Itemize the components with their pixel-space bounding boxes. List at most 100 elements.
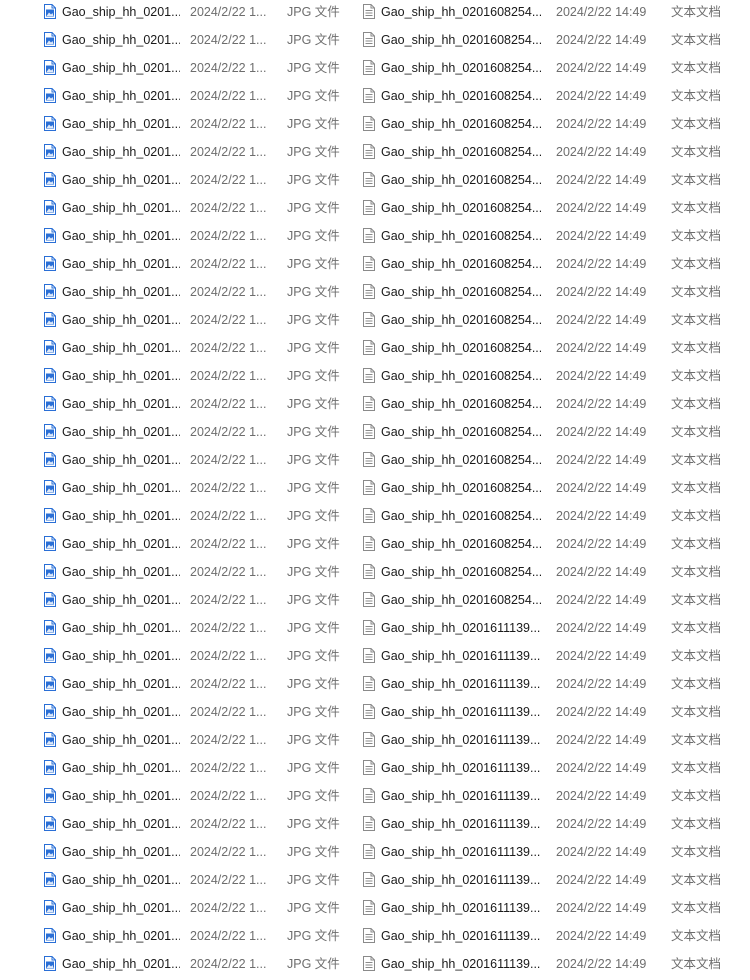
file-name: Gao_ship_hh_0201608254... xyxy=(381,201,541,215)
list-item[interactable]: Gao_ship_hh_0201611139... 2024/2/22 14:4… xyxy=(358,728,750,756)
list-item[interactable]: Gao_ship_hh_0201... 2024/2/22 1... JPG 文… xyxy=(0,812,350,840)
list-item[interactable]: Gao_ship_hh_0201... 2024/2/22 1... JPG 文… xyxy=(0,868,350,896)
list-item[interactable]: Gao_ship_hh_0201... 2024/2/22 1... JPG 文… xyxy=(0,700,350,728)
list-item[interactable]: Gao_ship_hh_0201... 2024/2/22 1... JPG 文… xyxy=(0,420,350,448)
list-item[interactable]: Gao_ship_hh_0201... 2024/2/22 1... JPG 文… xyxy=(0,280,350,308)
modified-date: 2024/2/22 14:49 xyxy=(556,481,647,495)
file-name: Gao_ship_hh_0201608254... xyxy=(381,229,541,243)
list-item[interactable]: Gao_ship_hh_0201... 2024/2/22 1... JPG 文… xyxy=(0,840,350,868)
list-item[interactable]: Gao_ship_hh_0201... 2024/2/22 1... JPG 文… xyxy=(0,476,350,504)
list-item[interactable]: Gao_ship_hh_0201611139... 2024/2/22 14:4… xyxy=(358,672,750,700)
list-item[interactable]: Gao_ship_hh_0201... 2024/2/22 1... JPG 文… xyxy=(0,196,350,224)
list-item[interactable]: Gao_ship_hh_0201... 2024/2/22 1... JPG 文… xyxy=(0,0,350,28)
file-name: Gao_ship_hh_0201608254... xyxy=(381,537,541,551)
list-item[interactable]: Gao_ship_hh_0201608254... 2024/2/22 14:4… xyxy=(358,336,750,364)
list-item[interactable]: Gao_ship_hh_0201... 2024/2/22 1... JPG 文… xyxy=(0,756,350,784)
list-item[interactable]: Gao_ship_hh_0201611139... 2024/2/22 14:4… xyxy=(358,868,750,896)
modified-date: 2024/2/22 1... xyxy=(190,845,267,859)
list-item[interactable]: Gao_ship_hh_0201... 2024/2/22 1... JPG 文… xyxy=(0,924,350,952)
list-item[interactable]: Gao_ship_hh_0201... 2024/2/22 1... JPG 文… xyxy=(0,504,350,532)
file-type: JPG 文件 xyxy=(287,761,340,775)
list-item[interactable]: Gao_ship_hh_0201608254... 2024/2/22 14:4… xyxy=(358,588,750,616)
list-item[interactable]: Gao_ship_hh_0201611139... 2024/2/22 14:4… xyxy=(358,756,750,784)
list-item[interactable]: Gao_ship_hh_0201608254... 2024/2/22 14:4… xyxy=(358,476,750,504)
text-file-icon xyxy=(363,536,375,551)
list-item[interactable]: Gao_ship_hh_0201608254... 2024/2/22 14:4… xyxy=(358,28,750,56)
file-name: Gao_ship_hh_0201611139... xyxy=(381,873,541,887)
modified-date: 2024/2/22 1... xyxy=(190,257,267,271)
file-type: 文本文档 xyxy=(671,369,722,383)
list-item[interactable]: Gao_ship_hh_0201... 2024/2/22 1... JPG 文… xyxy=(0,252,350,280)
list-item[interactable]: Gao_ship_hh_0201608254... 2024/2/22 14:4… xyxy=(358,504,750,532)
list-item[interactable]: Gao_ship_hh_0201608254... 2024/2/22 14:4… xyxy=(358,140,750,168)
list-item[interactable]: Gao_ship_hh_0201... 2024/2/22 1... JPG 文… xyxy=(0,588,350,616)
text-file-icon xyxy=(363,340,375,355)
modified-date: 2024/2/22 1... xyxy=(190,705,267,719)
list-item[interactable]: Gao_ship_hh_0201... 2024/2/22 1... JPG 文… xyxy=(0,364,350,392)
list-item[interactable]: Gao_ship_hh_0201608254... 2024/2/22 14:4… xyxy=(358,420,750,448)
list-item[interactable]: Gao_ship_hh_0201... 2024/2/22 1... JPG 文… xyxy=(0,392,350,420)
list-item[interactable]: Gao_ship_hh_0201608254... 2024/2/22 14:4… xyxy=(358,168,750,196)
modified-date: 2024/2/22 14:49 xyxy=(556,201,647,215)
list-item[interactable]: Gao_ship_hh_0201611139... 2024/2/22 14:4… xyxy=(358,924,750,952)
list-item[interactable]: Gao_ship_hh_0201608254... 2024/2/22 14:4… xyxy=(358,560,750,588)
list-item[interactable]: Gao_ship_hh_0201608254... 2024/2/22 14:4… xyxy=(358,448,750,476)
list-item[interactable]: Gao_ship_hh_0201608254... 2024/2/22 14:4… xyxy=(358,56,750,84)
list-item[interactable]: Gao_ship_hh_0201... 2024/2/22 1... JPG 文… xyxy=(0,28,350,56)
list-item[interactable]: Gao_ship_hh_0201... 2024/2/22 1... JPG 文… xyxy=(0,336,350,364)
list-item[interactable]: Gao_ship_hh_0201608254... 2024/2/22 14:4… xyxy=(358,0,750,28)
text-file-icon xyxy=(363,648,375,663)
list-item[interactable]: Gao_ship_hh_0201608254... 2024/2/22 14:4… xyxy=(358,308,750,336)
list-item[interactable]: Gao_ship_hh_0201611139... 2024/2/22 14:4… xyxy=(358,784,750,812)
modified-date: 2024/2/22 14:49 xyxy=(556,957,647,971)
list-item[interactable]: Gao_ship_hh_0201... 2024/2/22 1... JPG 文… xyxy=(0,84,350,112)
list-item[interactable]: Gao_ship_hh_0201... 2024/2/22 1... JPG 文… xyxy=(0,56,350,84)
list-item[interactable]: Gao_ship_hh_0201... 2024/2/22 1... JPG 文… xyxy=(0,728,350,756)
list-item[interactable]: Gao_ship_hh_0201... 2024/2/22 1... JPG 文… xyxy=(0,168,350,196)
text-file-icon xyxy=(363,620,375,635)
list-item[interactable]: Gao_ship_hh_0201608254... 2024/2/22 14:4… xyxy=(358,252,750,280)
file-name: Gao_ship_hh_0201608254... xyxy=(381,117,541,131)
list-item[interactable]: Gao_ship_hh_0201608254... 2024/2/22 14:4… xyxy=(358,224,750,252)
list-item[interactable]: Gao_ship_hh_0201608254... 2024/2/22 14:4… xyxy=(358,280,750,308)
list-item[interactable]: Gao_ship_hh_0201608254... 2024/2/22 14:4… xyxy=(358,364,750,392)
list-item[interactable]: Gao_ship_hh_0201608254... 2024/2/22 14:4… xyxy=(358,112,750,140)
file-type: 文本文档 xyxy=(671,733,722,747)
list-item[interactable]: Gao_ship_hh_0201608254... 2024/2/22 14:4… xyxy=(358,532,750,560)
list-item[interactable]: Gao_ship_hh_0201... 2024/2/22 1... JPG 文… xyxy=(0,448,350,476)
list-item[interactable]: Gao_ship_hh_0201... 2024/2/22 1... JPG 文… xyxy=(0,644,350,672)
modified-date: 2024/2/22 1... xyxy=(190,89,267,103)
list-item[interactable]: Gao_ship_hh_0201608254... 2024/2/22 14:4… xyxy=(358,196,750,224)
file-name: Gao_ship_hh_0201611139... xyxy=(381,677,541,691)
list-item[interactable]: Gao_ship_hh_0201... 2024/2/22 1... JPG 文… xyxy=(0,560,350,588)
list-item[interactable]: Gao_ship_hh_0201611139... 2024/2/22 14:4… xyxy=(358,840,750,868)
list-item[interactable]: Gao_ship_hh_0201... 2024/2/22 1... JPG 文… xyxy=(0,616,350,644)
list-item[interactable]: Gao_ship_hh_0201611139... 2024/2/22 14:4… xyxy=(358,644,750,672)
list-item[interactable]: Gao_ship_hh_0201611139... 2024/2/22 14:4… xyxy=(358,812,750,840)
jpg-file-icon xyxy=(44,536,56,551)
file-name: Gao_ship_hh_0201608254... xyxy=(381,173,541,187)
list-item[interactable]: Gao_ship_hh_0201... 2024/2/22 1... JPG 文… xyxy=(0,784,350,812)
list-item[interactable]: Gao_ship_hh_0201611139... 2024/2/22 14:4… xyxy=(358,616,750,644)
list-item[interactable]: Gao_ship_hh_0201611139... 2024/2/22 14:4… xyxy=(358,700,750,728)
list-item[interactable]: Gao_ship_hh_0201... 2024/2/22 1... JPG 文… xyxy=(0,224,350,252)
list-item[interactable]: Gao_ship_hh_0201... 2024/2/22 1... JPG 文… xyxy=(0,672,350,700)
list-item[interactable]: Gao_ship_hh_0201... 2024/2/22 1... JPG 文… xyxy=(0,896,350,924)
file-name: Gao_ship_hh_0201608254... xyxy=(381,89,541,103)
file-type: JPG 文件 xyxy=(287,341,340,355)
text-file-icon xyxy=(363,480,375,495)
text-file-icon xyxy=(363,312,375,327)
list-item[interactable]: Gao_ship_hh_0201611139... 2024/2/22 14:4… xyxy=(358,896,750,924)
list-item[interactable]: Gao_ship_hh_0201608254... 2024/2/22 14:4… xyxy=(358,84,750,112)
text-file-icon xyxy=(363,368,375,383)
file-type: 文本文档 xyxy=(671,677,722,691)
list-item[interactable]: Gao_ship_hh_0201... 2024/2/22 1... JPG 文… xyxy=(0,112,350,140)
text-file-icon xyxy=(363,396,375,411)
file-name: Gao_ship_hh_0201... xyxy=(62,453,180,467)
list-item[interactable]: Gao_ship_hh_0201... 2024/2/22 1... JPG 文… xyxy=(0,140,350,168)
list-item[interactable]: Gao_ship_hh_0201... 2024/2/22 1... JPG 文… xyxy=(0,308,350,336)
list-item[interactable]: Gao_ship_hh_0201... 2024/2/22 1... JPG 文… xyxy=(0,532,350,560)
file-name: Gao_ship_hh_0201... xyxy=(62,481,180,495)
list-item[interactable]: Gao_ship_hh_0201608254... 2024/2/22 14:4… xyxy=(358,392,750,420)
file-name: Gao_ship_hh_0201608254... xyxy=(381,61,541,75)
